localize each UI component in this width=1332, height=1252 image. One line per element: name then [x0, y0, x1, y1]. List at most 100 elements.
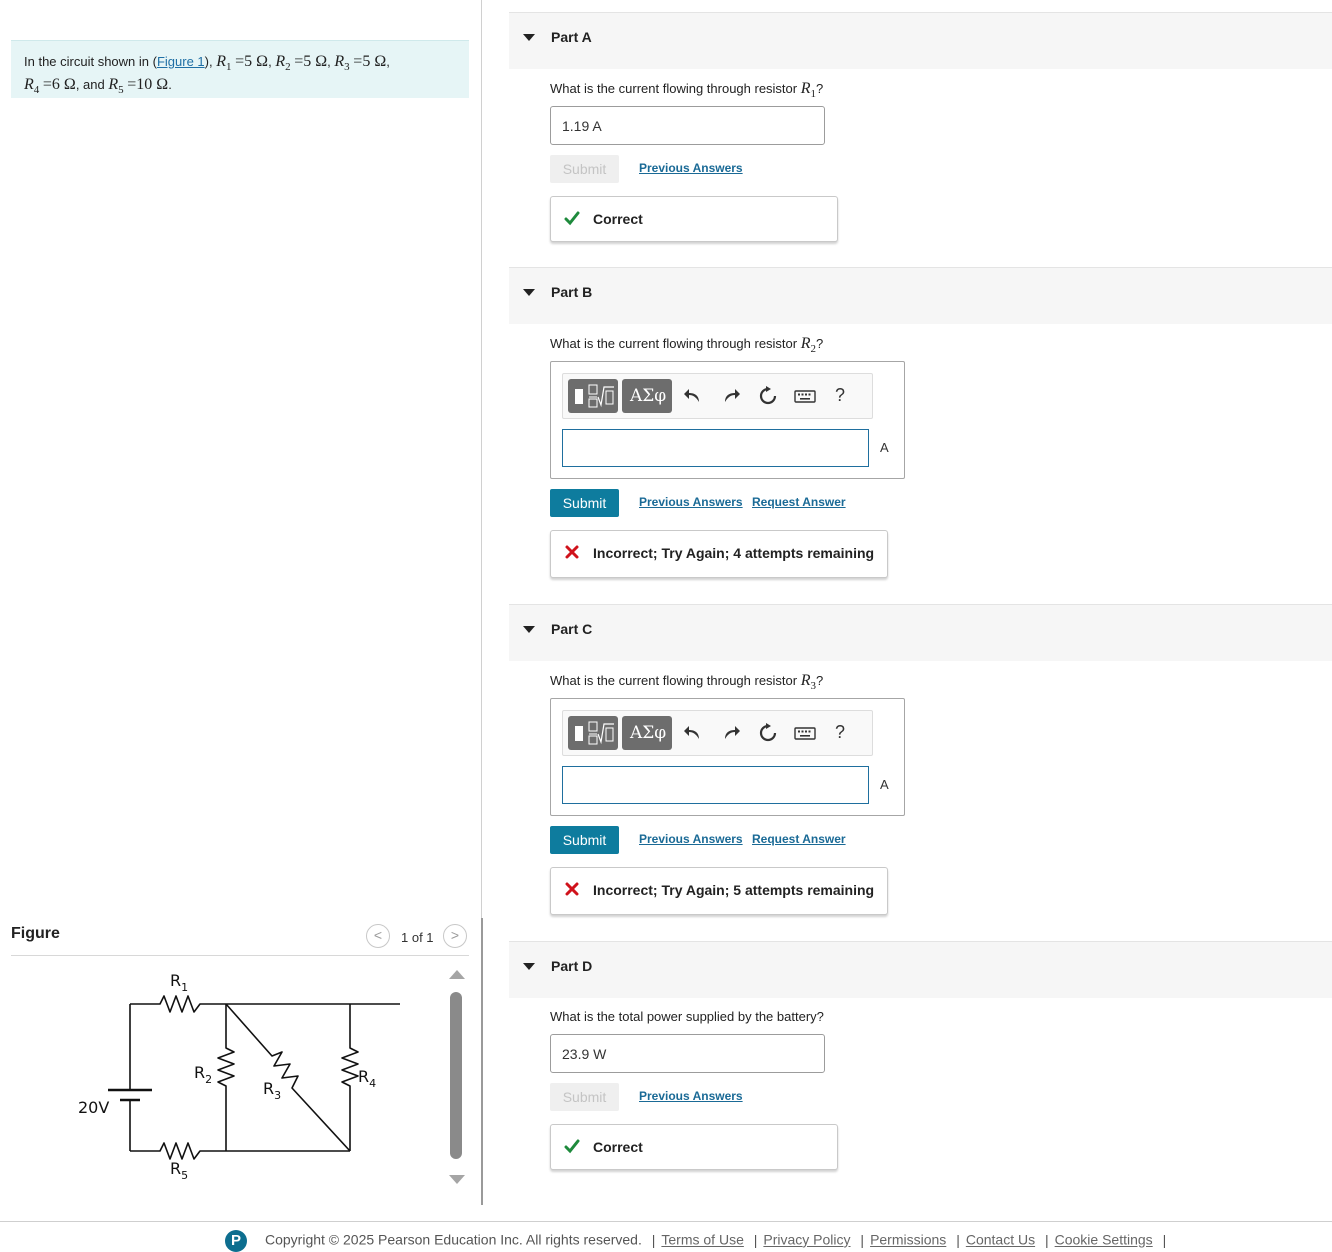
question-mark: ?	[816, 336, 824, 351]
help-icon[interactable]: ?	[835, 722, 845, 743]
figure-title: Figure	[11, 925, 60, 942]
r4-symbol: R4	[24, 76, 40, 97]
and-text: , and	[75, 77, 105, 93]
collapse-caret-icon[interactable]	[523, 34, 535, 41]
cookie-settings-link[interactable]: Cookie Settings	[1055, 1232, 1153, 1248]
part-d-feedback: Correct	[550, 1124, 838, 1170]
part-c-math-editor: ΑΣφ ? A	[550, 698, 905, 816]
part-a-submit-button[interactable]: Submit	[550, 155, 619, 183]
part-c-answer-input[interactable]	[562, 766, 869, 804]
part-c-request-answer-link[interactable]: Request Answer	[752, 832, 846, 846]
r4-value: =6 Ω	[42, 76, 76, 94]
comma: ,	[386, 54, 390, 69]
r5-zigzag	[130, 1142, 350, 1160]
reset-icon[interactable]	[756, 384, 780, 408]
redo-icon[interactable]	[719, 721, 743, 745]
resistor-symbol: R2	[800, 335, 817, 356]
part-c-unit: A	[880, 777, 889, 792]
greek-symbols-label: ΑΣφ	[630, 386, 667, 406]
battery-label: 20V	[78, 1098, 109, 1117]
collapse-caret-icon[interactable]	[523, 963, 535, 970]
part-b-header[interactable]: Part B	[509, 267, 1332, 324]
greek-symbols-button[interactable]: ΑΣφ	[622, 379, 672, 413]
collapse-caret-icon[interactable]	[523, 626, 535, 633]
part-b-request-answer-link[interactable]: Request Answer	[752, 495, 846, 509]
resistor-symbol: R1	[800, 80, 817, 101]
r5-value: =10 Ω	[127, 76, 169, 94]
part-d-answer: 23.9 W	[550, 1034, 825, 1073]
keyboard-icon[interactable]	[793, 384, 817, 408]
part-d-feedback-text: Correct	[593, 1139, 643, 1155]
checkmark-icon	[564, 211, 580, 226]
greek-symbols-label: ΑΣφ	[630, 723, 667, 743]
part-a-header[interactable]: Part A	[509, 12, 1332, 69]
contact-us-link[interactable]: Contact Us	[966, 1232, 1035, 1248]
collapse-caret-icon[interactable]	[523, 289, 535, 296]
r5-symbol: R5	[108, 76, 124, 97]
part-c-header[interactable]: Part C	[509, 604, 1332, 661]
question-text: What is the current flowing through resi…	[550, 81, 801, 96]
part-b-math-editor: ΑΣφ ? A	[550, 361, 905, 479]
r4-label: R4	[358, 1067, 376, 1090]
scroll-thumb[interactable]	[450, 992, 462, 1159]
r1-value: =5 Ω	[235, 53, 269, 70]
undo-icon[interactable]	[681, 384, 705, 408]
r2-symbol: R2	[275, 53, 291, 74]
part-a-feedback-text: Correct	[593, 211, 643, 227]
permissions-link[interactable]: Permissions	[870, 1232, 946, 1248]
problem-close: ),	[204, 54, 213, 69]
part-c-previous-answers-link[interactable]: Previous Answers	[639, 832, 743, 846]
part-c-submit-button[interactable]: Submit	[550, 826, 619, 854]
templates-button[interactable]	[568, 716, 618, 750]
question-mark: ?	[816, 673, 824, 688]
period: .	[168, 77, 172, 93]
figure-link[interactable]: Figure 1	[157, 54, 205, 69]
r1-zigzag	[130, 995, 400, 1013]
cross-icon	[565, 882, 579, 896]
comma: ,	[327, 54, 331, 69]
part-a-feedback: Correct	[550, 196, 838, 242]
scroll-up-arrow-icon[interactable]	[449, 970, 465, 979]
figure-prev-button[interactable]: <	[366, 924, 390, 948]
scroll-down-arrow-icon[interactable]	[449, 1175, 465, 1184]
part-d-previous-answers-link[interactable]: Previous Answers	[639, 1089, 743, 1103]
r3-label: R3	[263, 1079, 281, 1102]
part-d-header[interactable]: Part D	[509, 941, 1332, 998]
help-icon[interactable]: ?	[835, 385, 845, 406]
copyright-text: Copyright © 2025 Pearson Education Inc. …	[265, 1231, 642, 1248]
reset-icon[interactable]	[756, 721, 780, 745]
part-a-title: Part A	[551, 29, 592, 45]
part-d-submit-button[interactable]: Submit	[550, 1083, 619, 1111]
figure-header: Figure < 1 of 1 >	[11, 922, 469, 956]
part-d-title: Part D	[551, 958, 593, 974]
r3-value: =5 Ω	[353, 53, 387, 70]
problem-statement: In the circuit shown in (Figure 1), R1 =…	[11, 40, 469, 98]
part-a-previous-answers-link[interactable]: Previous Answers	[639, 161, 743, 175]
templates-icon	[575, 384, 614, 408]
figure-scrollbar[interactable]	[445, 965, 467, 1190]
part-d-question: What is the total power supplied by the …	[550, 1009, 824, 1024]
redo-icon[interactable]	[719, 384, 743, 408]
templates-icon	[575, 721, 614, 745]
part-b-previous-answers-link[interactable]: Previous Answers	[639, 495, 743, 509]
part-b-question: What is the current flowing through resi…	[550, 335, 823, 355]
circuit-diagram: R1 R2 R3 R4 R5 20V	[78, 971, 400, 1182]
r1-label: R1	[170, 971, 188, 994]
terms-of-use-link[interactable]: Terms of Use	[661, 1232, 743, 1248]
part-a-question: What is the current flowing through resi…	[550, 80, 823, 100]
resistor-symbol: R3	[800, 672, 817, 693]
part-b-answer-input[interactable]	[562, 429, 869, 467]
part-b-title: Part B	[551, 284, 593, 300]
figure-next-button[interactable]: >	[443, 924, 467, 948]
keyboard-icon[interactable]	[793, 721, 817, 745]
privacy-policy-link[interactable]: Privacy Policy	[763, 1232, 850, 1248]
templates-button[interactable]	[568, 379, 618, 413]
part-b-submit-button[interactable]: Submit	[550, 489, 619, 517]
greek-symbols-button[interactable]: ΑΣφ	[622, 716, 672, 750]
r5-label: R5	[170, 1159, 188, 1182]
r3-symbol: R3	[334, 53, 350, 74]
chevron-left-icon: <	[373, 927, 383, 943]
math-toolbar: ΑΣφ ?	[562, 710, 873, 756]
cross-icon	[565, 545, 579, 559]
undo-icon[interactable]	[681, 721, 705, 745]
